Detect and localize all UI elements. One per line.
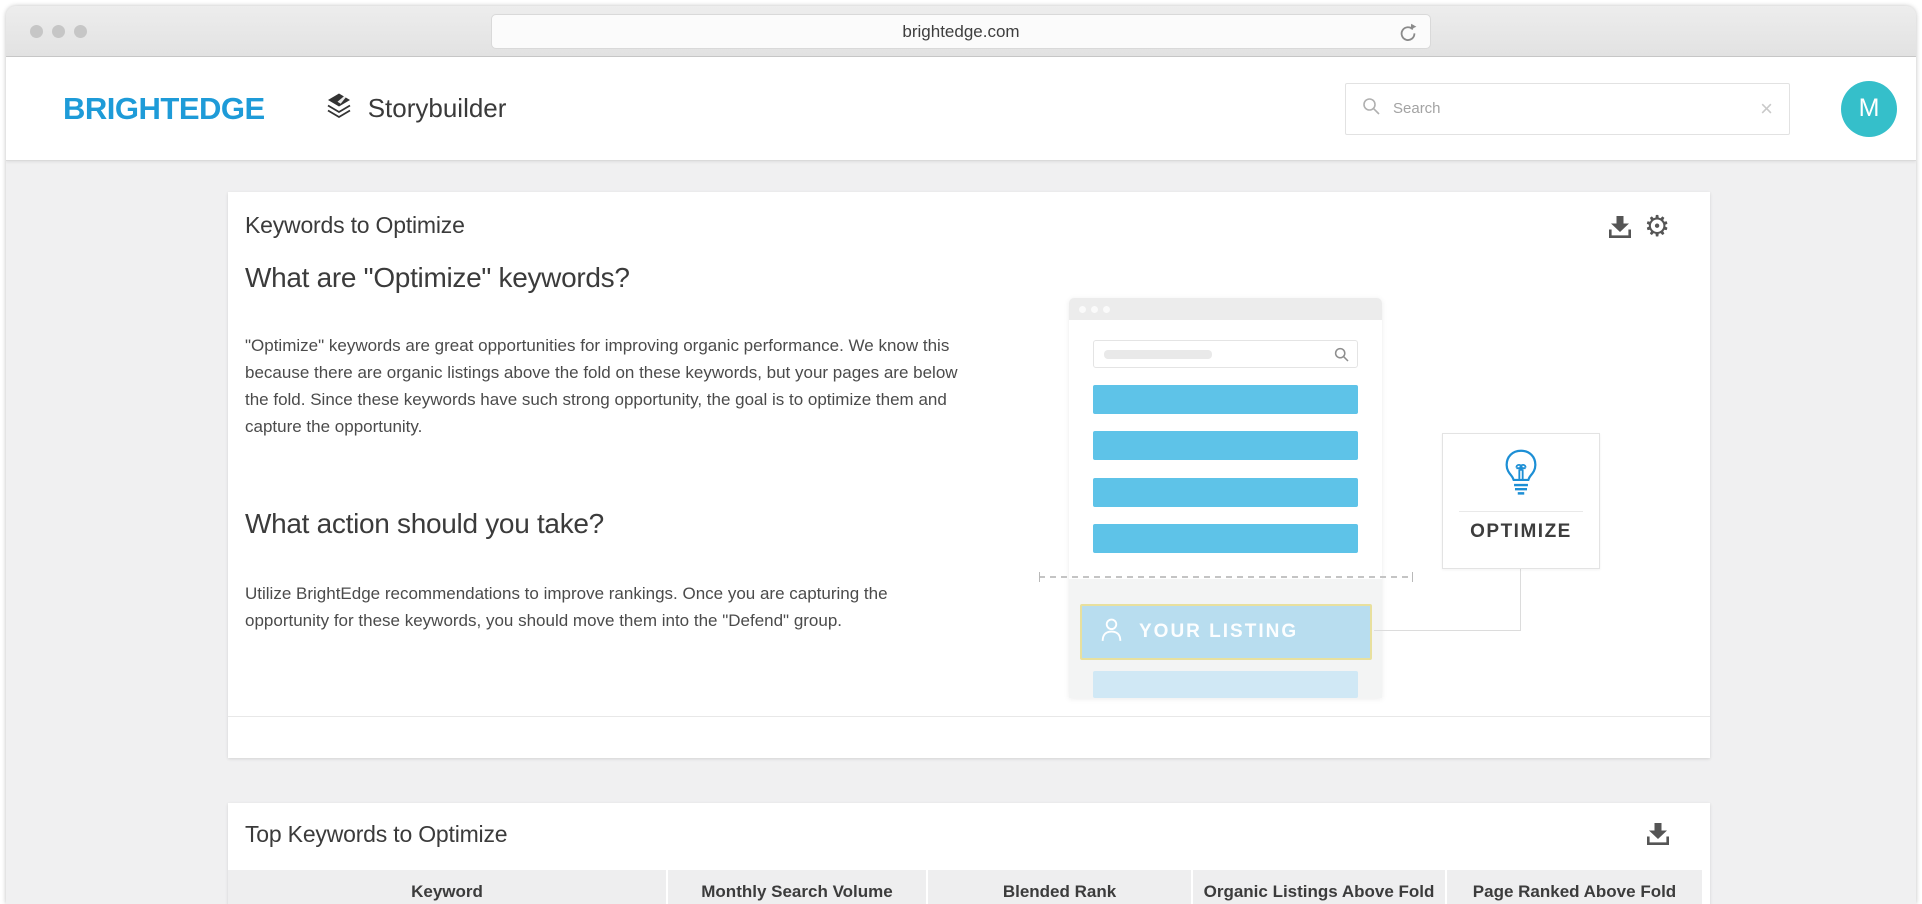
section-heading-2: What action should you take?: [245, 508, 604, 540]
screen: brightedge.com BRIGHTEDGE: [0, 0, 1922, 904]
mockup-search-field: [1093, 340, 1358, 368]
card-title: Keywords to Optimize: [245, 212, 465, 239]
column-header-organic-listings-above-fold[interactable]: Organic Listings Above Fold: [1191, 870, 1445, 904]
app-header: BRIGHTEDGE Storybuilder: [6, 57, 1916, 161]
fold-line: [1039, 576, 1413, 578]
section-heading-1: What are "Optimize" keywords?: [245, 262, 630, 294]
mockup-result-bar: [1093, 478, 1358, 507]
search-icon: [1362, 97, 1380, 120]
top-keywords-card: Top Keywords to Optimize Keyword Monthly…: [228, 803, 1710, 904]
gear-icon[interactable]: ⚙: [1644, 212, 1670, 241]
app-title: Storybuilder: [368, 93, 507, 124]
table-header-row: Keyword Monthly Search Volume Blended Ra…: [228, 870, 1702, 904]
mockup-search-icon: [1334, 347, 1349, 367]
connector-line: [1520, 569, 1521, 631]
card-title: Top Keywords to Optimize: [245, 821, 507, 848]
window-control-dot: [52, 25, 65, 38]
avatar[interactable]: M: [1841, 81, 1897, 137]
reload-icon[interactable]: [1398, 23, 1418, 43]
mockup-result-bar: [1093, 385, 1358, 414]
column-header-keyword[interactable]: Keyword: [228, 870, 666, 904]
app-title-group: Storybuilder: [325, 92, 507, 125]
browser-window: brightedge.com BRIGHTEDGE: [6, 6, 1916, 904]
column-header-blended-rank[interactable]: Blended Rank: [926, 870, 1191, 904]
column-header-page-ranked-above-fold[interactable]: Page Ranked Above Fold: [1445, 870, 1702, 904]
your-listing-label: YOUR LISTING: [1139, 621, 1298, 643]
column-header-monthly-search-volume[interactable]: Monthly Search Volume: [666, 870, 926, 904]
mockup-below-fold-bar: [1093, 671, 1358, 698]
window-control-dot: [74, 25, 87, 38]
your-listing-bar: YOUR LISTING: [1080, 604, 1372, 660]
url-text: brightedge.com: [902, 22, 1019, 42]
divider: [1459, 511, 1583, 512]
mockup-titlebar: [1069, 298, 1382, 320]
window-control-dot: [30, 25, 43, 38]
mockup-dot: [1079, 306, 1086, 313]
optimize-label: OPTIMIZE: [1443, 521, 1599, 543]
section-body-2: Utilize BrightEdge recommendations to im…: [245, 580, 975, 634]
window-controls: [30, 25, 87, 38]
lightbulb-icon: [1443, 446, 1599, 505]
download-icon[interactable]: [1646, 823, 1670, 845]
browser-chrome: brightedge.com: [6, 6, 1916, 57]
mockup-dot: [1091, 306, 1098, 313]
brightedge-logo[interactable]: BRIGHTEDGE: [63, 91, 265, 127]
mockup-result-bar: [1093, 431, 1358, 460]
card-footer-divider: [228, 716, 1710, 717]
header-search[interactable]: ×: [1345, 83, 1790, 135]
person-icon: [1098, 616, 1125, 648]
mockup-result-bar: [1093, 524, 1358, 553]
search-clear-icon[interactable]: ×: [1760, 98, 1773, 120]
section-body-1: "Optimize" keywords are great opportunit…: [245, 332, 975, 440]
mockup-dot: [1103, 306, 1110, 313]
connector-line: [1374, 630, 1520, 631]
address-bar[interactable]: brightedge.com: [491, 14, 1431, 49]
search-input[interactable]: [1393, 100, 1760, 117]
optimize-callout: OPTIMIZE: [1442, 433, 1600, 569]
mockup-search-placeholder: [1104, 350, 1212, 359]
download-icon[interactable]: [1608, 216, 1632, 238]
storybuilder-layers-icon: [325, 92, 353, 125]
keywords-to-optimize-card: Keywords to Optimize ⚙ What are "Optimiz…: [228, 192, 1710, 758]
